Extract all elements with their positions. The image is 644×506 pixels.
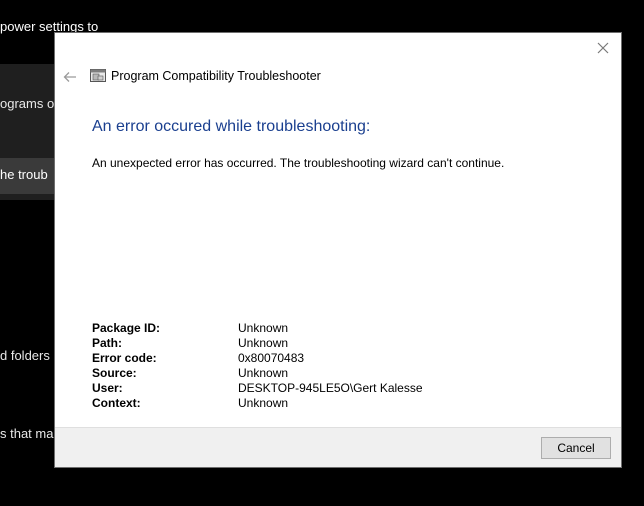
detail-row-path: Path: Unknown: [92, 336, 423, 351]
detail-label: Error code:: [92, 351, 157, 365]
detail-value: Unknown: [238, 366, 289, 380]
detail-label: Path:: [92, 336, 122, 350]
detail-row-error-code: Error code: 0x80070483: [92, 351, 423, 366]
detail-row-package-id: Package ID: Unknown: [92, 321, 423, 336]
detail-value: 0x80070483: [238, 351, 305, 365]
background-text-fragment: s that ma: [0, 426, 54, 441]
close-button[interactable]: [591, 37, 615, 59]
detail-label: User:: [92, 381, 123, 395]
troubleshooter-dialog: Program Compatibility Troubleshooter An …: [54, 32, 622, 468]
dialog-footer: Cancel: [55, 427, 621, 467]
back-arrow-icon: [63, 72, 76, 82]
detail-row-user: User: DESKTOP-945LE5O\Gert Kalesse: [92, 381, 423, 396]
detail-value: Unknown: [238, 396, 289, 410]
background-text-fragment: ograms o: [0, 96, 54, 111]
error-heading: An error occured while troubleshooting:: [92, 118, 371, 135]
detail-value: Unknown: [238, 336, 289, 350]
dialog-title: Program Compatibility Troubleshooter: [111, 69, 321, 83]
back-button[interactable]: [61, 68, 79, 86]
detail-value: Unknown: [238, 321, 289, 335]
detail-label: Context:: [92, 396, 141, 410]
troubleshooter-icon: [90, 69, 106, 83]
close-icon: [597, 42, 609, 54]
background-text-fragment: he troub: [0, 167, 48, 182]
background-text-fragment: d folders: [0, 348, 50, 363]
error-details: Package ID: Unknown Path: Unknown Error …: [92, 321, 423, 411]
detail-label: Source:: [92, 366, 137, 380]
detail-value: DESKTOP-945LE5O\Gert Kalesse: [238, 381, 423, 395]
detail-row-source: Source: Unknown: [92, 366, 423, 381]
error-message: An unexpected error has occurred. The tr…: [92, 156, 505, 170]
detail-row-context: Context: Unknown: [92, 396, 423, 411]
detail-label: Package ID:: [92, 321, 161, 335]
cancel-button[interactable]: Cancel: [541, 437, 611, 459]
